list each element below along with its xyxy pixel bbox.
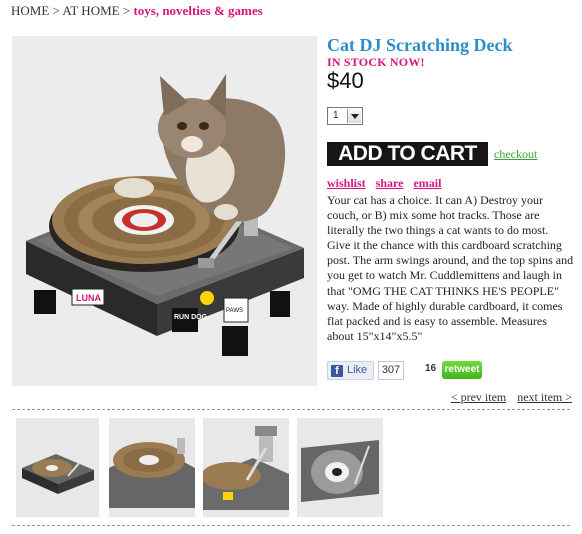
thumbnail-arm[interactable] [203,418,289,517]
facebook-like-button[interactable]: f Like [327,361,374,380]
like-count: 307 [378,361,404,380]
breadcrumb-category-link[interactable]: toys, novelties & games [133,3,262,18]
thumbnail-front[interactable] [16,418,99,517]
product-title: Cat DJ Scratching Deck [327,35,513,55]
run-dog-sticker-text: RUN DOG [174,314,208,321]
product-description: Your cat has a choice. It can A) Destroy… [327,193,574,343]
breadcrumb-at-home-link[interactable]: AT HOME [62,3,119,18]
quantity-select[interactable]: 1 [327,107,363,125]
breadcrumb-separator: > [49,3,63,18]
main-product-image[interactable]: LUNA RUN DOG PAWS [12,36,317,386]
item-pager: < prev item next item > [443,390,572,405]
breadcrumb-home-link[interactable]: HOME [11,3,49,18]
add-to-cart-button[interactable]: ADD TO CART [327,142,488,166]
breadcrumb-separator: > [119,3,134,18]
facebook-icon: f [331,365,343,377]
share-links: wishlist share email [327,176,448,191]
retweet-button[interactable]: retweet [442,361,482,379]
thumbnail-platter[interactable] [109,418,195,517]
cat-turntable-illustration: LUNA RUN DOG PAWS [12,36,317,386]
paws-sticker-text: PAWS [226,308,243,314]
divider [12,409,570,410]
quantity-value: 1 [333,110,339,121]
share-link[interactable]: share [376,176,404,190]
luna-sticker-text: LUNA [76,293,101,303]
wishlist-link[interactable]: wishlist [327,176,366,190]
breadcrumb: HOME > AT HOME > toys, novelties & games [11,3,263,19]
retweet-count: 16 [425,363,437,374]
thumbnail-top[interactable] [297,418,383,517]
next-item-link[interactable]: next item > [517,390,572,404]
product-price: $40 [327,68,364,93]
chevron-down-icon[interactable] [347,109,361,123]
checkout-link[interactable]: checkout [494,147,537,162]
divider [12,525,570,526]
email-link[interactable]: email [413,176,441,190]
like-label: Like [347,364,368,376]
prev-item-link[interactable]: < prev item [451,390,506,404]
